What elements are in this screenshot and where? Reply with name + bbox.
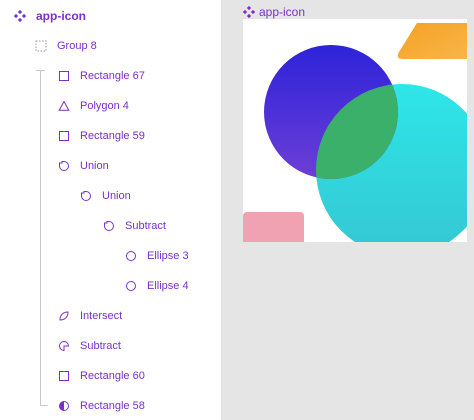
layer-label: Subtract bbox=[125, 220, 166, 232]
layer-item-intersect[interactable]: Intersect bbox=[57, 306, 122, 326]
layer-label: Ellipse 3 bbox=[147, 250, 189, 262]
ellipse-icon bbox=[124, 279, 138, 293]
union-icon bbox=[57, 159, 71, 173]
layer-item-union[interactable]: Union bbox=[57, 156, 109, 176]
layer-item-polygon-4[interactable]: Polygon 4 bbox=[57, 96, 129, 116]
subtract-icon bbox=[102, 219, 116, 233]
layer-item-rectangle-60[interactable]: Rectangle 60 bbox=[57, 366, 145, 386]
union-icon bbox=[79, 189, 93, 203]
half-circle-icon bbox=[57, 399, 71, 413]
app-icon-artwork bbox=[243, 23, 467, 242]
intersect-icon bbox=[57, 309, 71, 323]
layer-item-union-nested[interactable]: Union bbox=[79, 186, 131, 206]
layer-item-rectangle-59[interactable]: Rectangle 59 bbox=[57, 126, 145, 146]
pink-rectangle bbox=[243, 212, 304, 242]
layer-item-ellipse-3[interactable]: Ellipse 3 bbox=[124, 246, 189, 266]
rectangle-icon bbox=[57, 129, 71, 143]
tree-guide-tick bbox=[40, 405, 48, 406]
tree-guide-tick bbox=[36, 70, 45, 71]
layer-label: Union bbox=[102, 190, 131, 202]
polygon-icon bbox=[57, 99, 71, 113]
layer-label: Union bbox=[80, 160, 109, 172]
layer-item-group-8[interactable]: Group 8 bbox=[34, 36, 97, 56]
layer-label: Group 8 bbox=[57, 40, 97, 52]
component-icon bbox=[13, 9, 27, 23]
layer-label: Intersect bbox=[80, 310, 123, 322]
rectangle-icon bbox=[57, 69, 71, 83]
tree-guide-line bbox=[40, 70, 41, 406]
ellipse-icon bbox=[124, 249, 138, 263]
layer-item-ellipse-4[interactable]: Ellipse 4 bbox=[124, 276, 189, 296]
layer-item-root[interactable]: app-icon bbox=[13, 6, 86, 26]
layer-label: Rectangle 59 bbox=[80, 130, 145, 142]
orange-shape bbox=[397, 23, 467, 59]
layer-item-rectangle-67[interactable]: Rectangle 67 bbox=[57, 66, 145, 86]
layer-label: Ellipse 4 bbox=[147, 280, 189, 292]
layers-panel: app-icon Group 8 Rectangle 67 Polygon 4 … bbox=[0, 0, 221, 420]
frame-title-label: app-icon bbox=[259, 5, 306, 19]
rectangle-icon bbox=[57, 369, 71, 383]
layer-item-rectangle-58[interactable]: Rectangle 58 bbox=[57, 396, 145, 416]
layer-label: Rectangle 67 bbox=[80, 70, 145, 82]
layer-label: Rectangle 58 bbox=[80, 400, 145, 412]
layer-label: Polygon 4 bbox=[80, 100, 129, 112]
layer-label: Rectangle 60 bbox=[80, 370, 145, 382]
component-icon bbox=[243, 6, 255, 18]
app-icon-frame[interactable] bbox=[243, 19, 467, 242]
group-icon bbox=[34, 39, 48, 53]
layer-item-subtract-2[interactable]: Subtract bbox=[57, 336, 121, 356]
frame-title[interactable]: app-icon bbox=[243, 4, 305, 20]
layer-label: Subtract bbox=[80, 340, 121, 352]
layer-item-subtract[interactable]: Subtract bbox=[102, 216, 166, 236]
layer-label: app-icon bbox=[36, 9, 86, 23]
subtract-icon bbox=[57, 339, 71, 353]
